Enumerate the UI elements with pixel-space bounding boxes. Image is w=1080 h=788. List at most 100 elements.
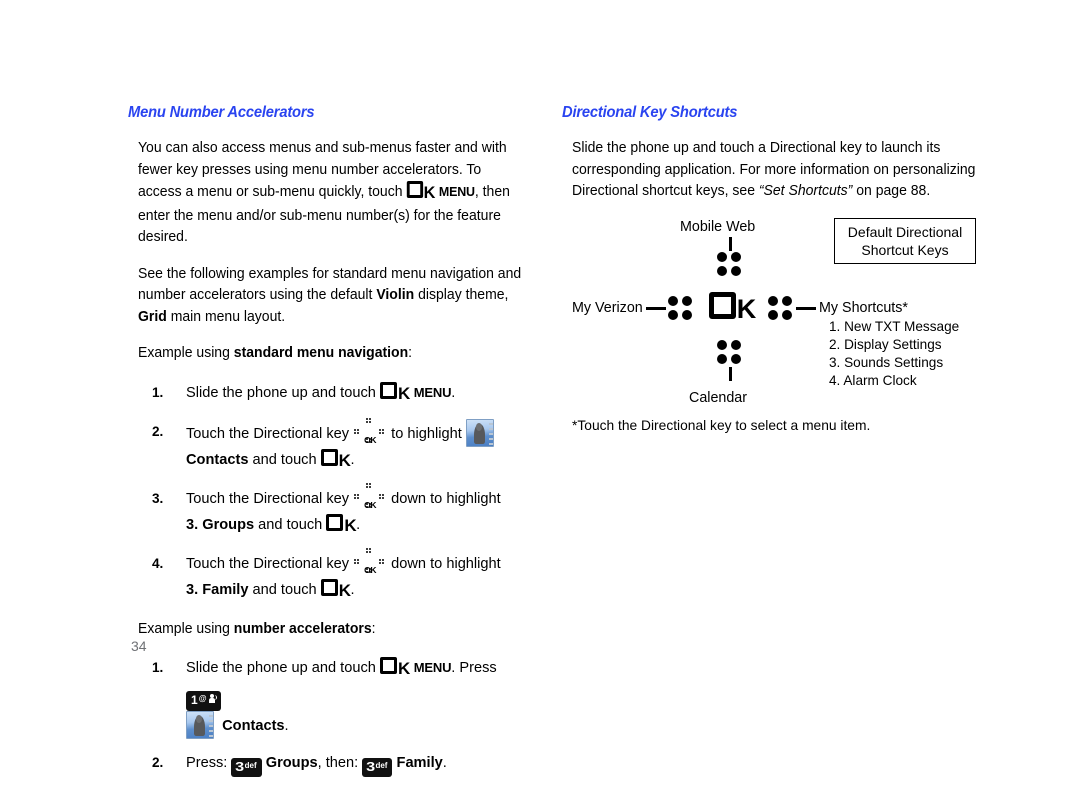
step-number: 2. <box>152 754 164 770</box>
example1-colon: : <box>408 345 413 361</box>
phone-key-3-icon: 3def <box>231 757 262 778</box>
key-letters: def <box>244 760 257 770</box>
step-sub-mid: and touch <box>248 581 321 598</box>
dpad-up-dots <box>366 482 372 488</box>
ok-k-letter: K <box>397 659 410 678</box>
layout-name-grid: Grid <box>138 308 167 325</box>
step-text-a: Slide the phone up and touch <box>186 384 380 401</box>
directional-key-icon: OK <box>353 547 387 575</box>
dpad-down-cluster-icon <box>717 339 743 366</box>
diagram-label-up: Mobile Web <box>680 218 756 235</box>
connector-line-left <box>646 306 666 310</box>
step-number: 1. <box>152 660 164 675</box>
step-text-e: . <box>442 754 447 771</box>
list-item: 2. Display Settings <box>829 336 942 352</box>
person-silhouette-icon <box>194 714 205 736</box>
ok-glyph-icon: K <box>320 448 351 475</box>
phone-key-3-icon: 3def <box>362 757 393 778</box>
directional-key-diagram: Default Directional Shortcut Keys Mobile… <box>572 217 992 413</box>
step-text-a: Press: <box>186 754 232 771</box>
section-heading-directional-key-shortcuts: Directional Key Shortcuts <box>562 104 738 121</box>
step-sub-end: . <box>356 516 361 533</box>
key-person-icon <box>208 694 217 703</box>
step-subline: Contacts and touch K. <box>186 447 528 475</box>
list-item: 1. Slide the phone up and touch K MENU. P… <box>138 655 528 739</box>
step-number: 1. <box>152 384 164 400</box>
ok-k-letter: K <box>344 515 357 535</box>
menu-label: MENU <box>413 660 452 675</box>
standard-navigation-steps: 1. Slide the phone up and touch K MENU. 2… <box>138 380 528 605</box>
dpad-right-dots <box>379 428 385 434</box>
directional-key-icon: OK <box>353 482 387 510</box>
paragraph-themes-text-c: main menu layout. <box>166 308 286 325</box>
menu-item-family: Family <box>396 754 443 771</box>
step-sub-end: . <box>350 581 355 598</box>
dpad-up-dots <box>366 417 372 423</box>
ok-k-letter: K <box>423 183 436 202</box>
menu-label: MENU <box>413 384 452 400</box>
right-column: Directional Key Shortcuts Slide the phon… <box>562 104 982 435</box>
example2-bold: number accelerators <box>233 620 372 637</box>
step-text-a: Touch the Directional key <box>186 555 354 572</box>
diagram-legend-box: Default Directional Shortcut Keys <box>834 217 976 264</box>
menu-item-contacts: Contacts <box>186 451 249 468</box>
example1-lead: Example using <box>138 345 234 361</box>
step-sub-mid: and touch <box>248 451 321 468</box>
phone-key-1-icon: 1@ <box>186 691 221 711</box>
dpad-right-cluster-icon <box>768 295 794 322</box>
dpad-up-cluster-icon <box>717 251 743 278</box>
list-item: 2. Touch the Directional key OK to highli… <box>138 417 528 475</box>
step-number: 2. <box>152 423 164 439</box>
icon-tab-marks <box>488 420 493 446</box>
list-item: 4. Touch the Directional key OK down to h… <box>138 547 528 605</box>
ok-o-shape <box>708 291 736 319</box>
dpad-left-dots <box>354 558 360 564</box>
cross-reference-set-shortcuts: “Set Shortcuts” <box>758 183 853 199</box>
step-number: 3. <box>152 490 164 506</box>
ok-o-shape <box>379 657 397 674</box>
person-silhouette-icon <box>473 422 485 444</box>
example2-colon: : <box>371 620 376 637</box>
ok-glyph-icon: K <box>379 381 410 408</box>
connector-line-up <box>729 236 732 251</box>
ok-glyph-icon: K <box>406 181 435 206</box>
paragraph-themes: See the following examples for standard … <box>138 264 527 329</box>
step-text-b: to highlight <box>387 425 466 442</box>
menu-label: MENU <box>438 184 475 199</box>
dpad-center-ok-icon: K <box>708 291 756 324</box>
icon-tab-marks <box>209 712 213 738</box>
step-text-b: . <box>451 384 456 401</box>
example2-lead: Example using <box>138 620 234 637</box>
step-text-a: Touch the Directional key <box>186 425 354 442</box>
step-subline: Contacts. <box>186 710 528 739</box>
step-sub-mid: and touch <box>254 516 327 533</box>
dpad-left-dots <box>354 493 360 499</box>
directional-key-icon: OK <box>353 417 387 445</box>
ok-o-shape <box>379 381 397 399</box>
menu-item-family: 3. Family <box>186 581 249 598</box>
paragraph-directional-text-b: on page 88. <box>852 183 931 199</box>
dpad-left-cluster-icon <box>668 295 694 322</box>
legend-line-1: Default Directional <box>847 223 963 240</box>
step-text-a: Slide the phone up and touch <box>186 660 380 676</box>
paragraph-intro: You can also access menus and sub-menus … <box>138 138 527 249</box>
list-item: 3. Touch the Directional key OK down to h… <box>138 482 528 540</box>
paragraph-themes-text-b: display theme, <box>414 287 509 303</box>
ok-k-letter: K <box>736 293 756 324</box>
step-text-c: , then: <box>317 754 363 771</box>
step-sub-end: . <box>350 451 355 468</box>
ok-o-shape <box>326 513 344 531</box>
ok-k-letter: K <box>338 450 351 470</box>
ok-glyph-icon: K <box>326 513 357 540</box>
dpad-right-dots <box>379 493 385 499</box>
list-item: 4. Alarm Clock <box>829 373 917 389</box>
menu-item-contacts: Contacts <box>222 717 285 734</box>
paragraph-directional-intro: Slide the phone up and touch a Direction… <box>572 138 980 203</box>
key-digit: 1 <box>191 693 198 707</box>
example-standard-navigation-label: Example using standard menu navigation: <box>138 343 527 365</box>
step-subline: 3. Family and touch K. <box>186 577 528 605</box>
diagram-label-right: My Shortcuts* <box>819 299 908 316</box>
ok-glyph-icon: K <box>320 578 351 605</box>
step-text-a: Touch the Directional key <box>186 490 354 507</box>
menu-item-groups: 3. Groups <box>186 516 255 533</box>
